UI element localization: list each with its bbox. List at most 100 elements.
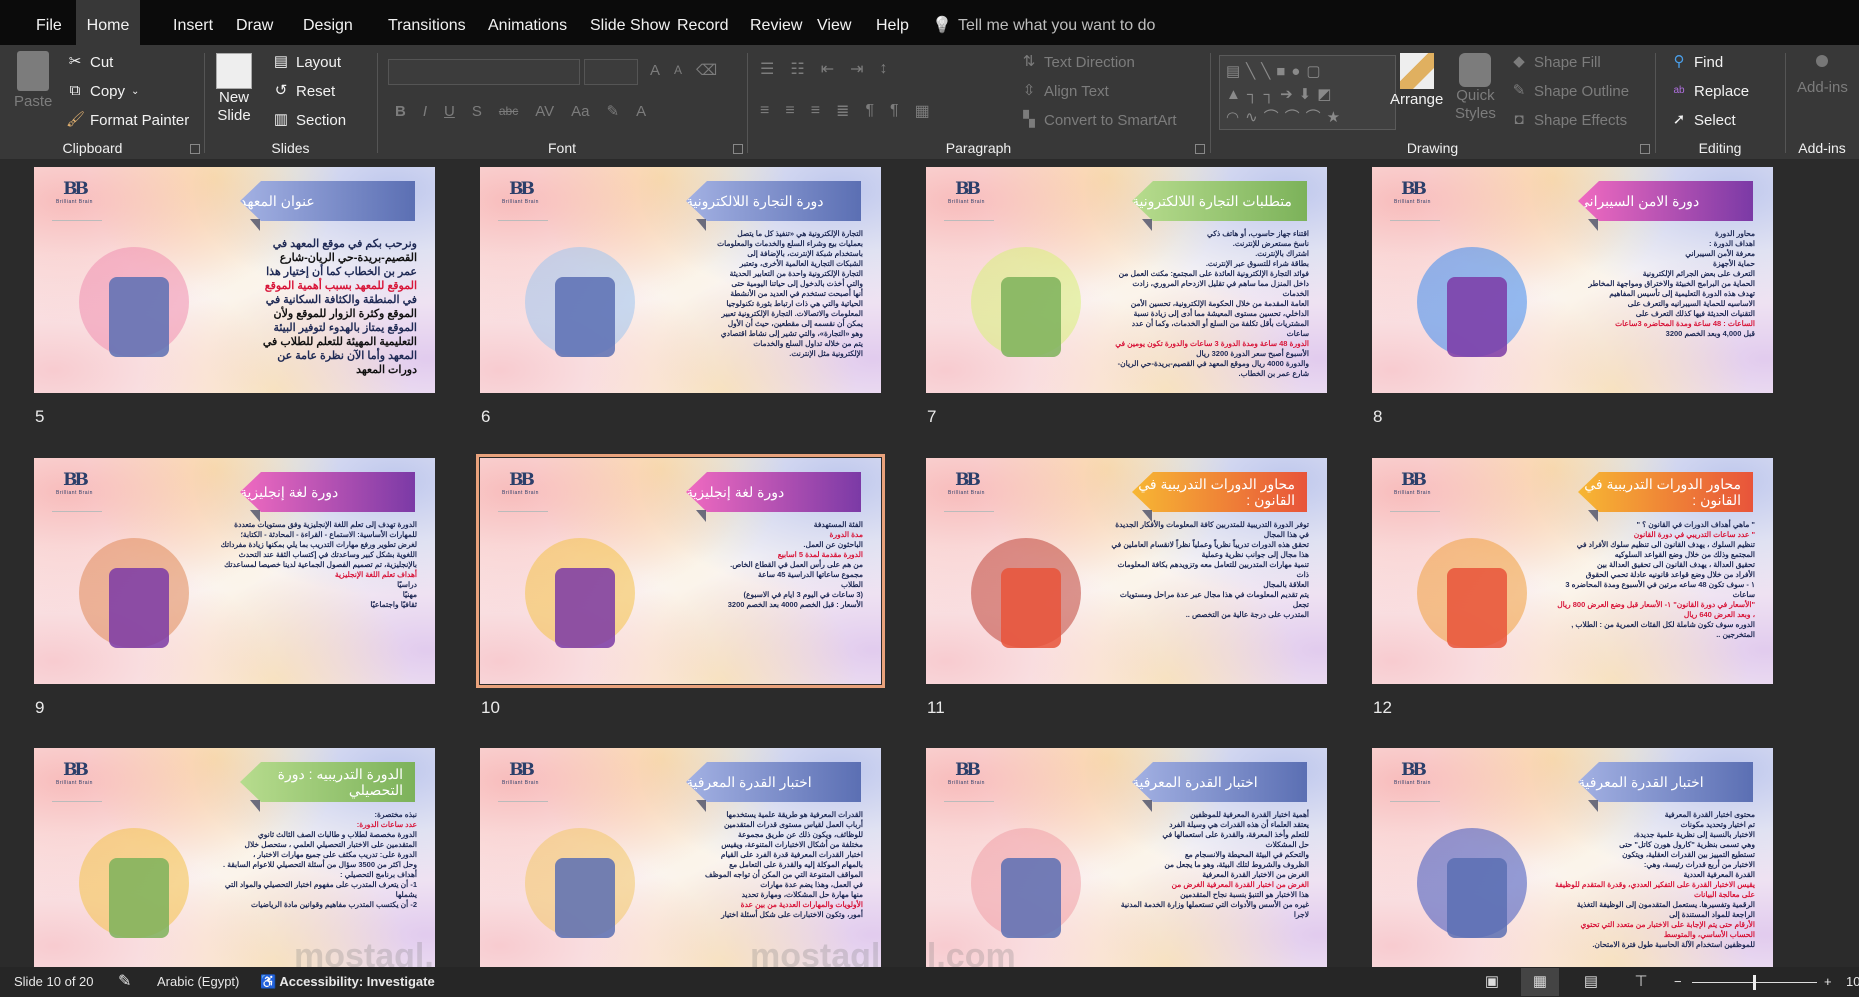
- align-center-icon[interactable]: ≡: [785, 102, 794, 120]
- shrink-font-button[interactable]: A: [674, 63, 682, 77]
- tab-animations[interactable]: Animations: [478, 0, 577, 45]
- slide-sorter-view-button[interactable]: ▦: [1521, 968, 1559, 996]
- slide-thumbnail[interactable]: BB Brilliant Brain عنوان المعهد ونرحب بكم…: [34, 167, 435, 393]
- strikethrough-button[interactable]: abc: [499, 104, 518, 118]
- align-left-icon[interactable]: ≡: [760, 102, 769, 120]
- line-spacing-icon[interactable]: ↕: [880, 60, 888, 78]
- rtl-icon[interactable]: ¶: [865, 102, 874, 120]
- zoom-in-button[interactable]: +: [1824, 967, 1832, 997]
- slide-thumbnail[interactable]: BB Brilliant Brain دورة التجارة اللالكترو…: [480, 167, 881, 393]
- normal-view-button[interactable]: ▣: [1473, 968, 1511, 996]
- tab-file[interactable]: File: [26, 0, 72, 45]
- shape-effects-button[interactable]: ◘ Shape Effects: [1510, 111, 1627, 129]
- language-indicator[interactable]: Arabic (Egypt): [157, 967, 239, 997]
- align-text-button[interactable]: ⇳ Align Text: [1020, 82, 1109, 100]
- slide-thumbnail[interactable]: BB Brilliant Brain متطلبات التجارة اللالك…: [926, 167, 1327, 393]
- arrange-button[interactable]: Arrange: [1390, 53, 1443, 108]
- bullets-icon[interactable]: ☰: [760, 59, 774, 79]
- layout-button[interactable]: ▤ Layout: [272, 53, 341, 71]
- zoom-out-button[interactable]: −: [1674, 967, 1682, 997]
- change-case-button[interactable]: Aa: [571, 103, 589, 120]
- group-divider: [1785, 53, 1786, 153]
- align-right-icon[interactable]: ≡: [811, 102, 820, 120]
- font-name-dropdown[interactable]: [388, 59, 580, 85]
- increase-indent-icon[interactable]: ⇥: [850, 59, 863, 79]
- tab-design[interactable]: Design: [293, 0, 363, 45]
- slideshow-view-button[interactable]: ⊤: [1622, 968, 1660, 996]
- list-buttons: ☰ ☷ ⇤ ⇥ ↕: [760, 59, 888, 79]
- numbering-icon[interactable]: ☷: [790, 59, 804, 79]
- tab-help[interactable]: Help: [866, 0, 919, 45]
- quick-styles-button[interactable]: Quick Styles: [1455, 53, 1496, 123]
- slide-thumbnail[interactable]: BB Brilliant Brain الدورة التدريبيه : دور…: [34, 748, 435, 967]
- shape-fill-button[interactable]: ◆ Shape Fill: [1510, 53, 1600, 71]
- shadow-button[interactable]: S: [472, 103, 482, 120]
- decrease-indent-icon[interactable]: ⇤: [821, 59, 834, 79]
- tab-transitions[interactable]: Transitions: [378, 0, 476, 45]
- shapes-gallery[interactable]: ▤╲╲■●▢ ▲┐┐➔⬇◩ ◠∿⌒⌒⌒★: [1219, 55, 1396, 130]
- tab-view[interactable]: View: [807, 0, 861, 45]
- slide-thumbnail[interactable]: BB Brilliant Brain دورة لغة إنجليزية الفئ…: [476, 454, 885, 688]
- slide-thumbnail[interactable]: BB Brilliant Brain اختبار القدرة المعرفية…: [926, 748, 1327, 967]
- reset-button[interactable]: ↺ Reset: [272, 82, 335, 100]
- slide-thumbnail[interactable]: BB Brilliant Brain دورة لغة إنجليزية الدو…: [34, 458, 435, 684]
- divider: [944, 220, 994, 221]
- slide-thumbnail[interactable]: BB Brilliant Brain محاور الدورات التدريبي…: [926, 458, 1327, 684]
- convert-smartart-button[interactable]: ▚ Convert to SmartArt: [1020, 111, 1176, 129]
- reading-view-button[interactable]: ▤: [1572, 968, 1610, 996]
- text-direction-button[interactable]: ⇅ Text Direction: [1020, 53, 1135, 71]
- slide-thumbnail[interactable]: BB Brilliant Brain محاور الدورات التدريبي…: [1372, 458, 1773, 684]
- bold-button[interactable]: B: [395, 103, 406, 120]
- grow-font-button[interactable]: A: [650, 62, 660, 79]
- ltr-icon[interactable]: ¶: [890, 102, 899, 120]
- zoom-level[interactable]: 10: [1846, 967, 1859, 997]
- highlight-color-icon[interactable]: ✎: [607, 102, 620, 120]
- tab-draw[interactable]: Draw: [226, 0, 283, 45]
- find-button[interactable]: ⚲ Find: [1670, 53, 1724, 71]
- group-divider: [1210, 53, 1211, 153]
- justify-icon[interactable]: ≣: [836, 101, 849, 121]
- drawing-launcher-icon[interactable]: [1640, 144, 1650, 154]
- status-bar: Slide 10 of 20 ✎ Arabic (Egypt) ♿ Access…: [0, 967, 1859, 997]
- tab-record[interactable]: Record: [667, 0, 739, 45]
- accessibility-button[interactable]: ♿ Accessibility: Investigate: [260, 967, 435, 997]
- select-button[interactable]: ➚ Select: [1670, 111, 1736, 129]
- slide-body-text: الفئة المستهدفة مدة الدورة الباحثون عن الع…: [663, 520, 863, 610]
- quick-styles-label: Quick: [1456, 87, 1495, 104]
- zoom-slider[interactable]: [1692, 975, 1817, 990]
- columns-icon[interactable]: ▦: [915, 101, 930, 121]
- section-button[interactable]: ▥ Section: [272, 111, 346, 129]
- slide-text-line: أهداف برنامج التحصيلي :: [339, 870, 417, 879]
- slide-title: دورة لغة إنجليزية: [240, 484, 339, 500]
- slide-text-line: تم اختيار وتحديد مكونات: [1680, 820, 1755, 829]
- font-size-dropdown[interactable]: [584, 59, 638, 85]
- tab-slide-show[interactable]: Slide Show: [580, 0, 680, 45]
- font-launcher-icon[interactable]: [733, 144, 743, 154]
- paste-button[interactable]: Paste: [14, 51, 52, 110]
- copy-button[interactable]: ⧉ Copy ⌄: [66, 82, 140, 100]
- paragraph-launcher-icon[interactable]: [1195, 144, 1205, 154]
- underline-button[interactable]: U: [444, 103, 455, 120]
- slide-thumbnail[interactable]: BB Brilliant Brain اختبار القدرة المعرفية…: [480, 748, 881, 967]
- clear-formatting-icon[interactable]: ⌫: [696, 61, 717, 79]
- tell-me-search[interactable]: Tell me what you want to do: [958, 0, 1155, 45]
- group-divider: [377, 53, 378, 153]
- slide-thumbnail[interactable]: BB Brilliant Brain اختبار القدرة المعرفية…: [1372, 748, 1773, 967]
- slide-illustration: [951, 227, 1101, 377]
- replace-button[interactable]: ab Replace: [1670, 82, 1749, 100]
- shape-outline-button[interactable]: ✎ Shape Outline: [1510, 82, 1629, 100]
- format-painter-button[interactable]: 🖌 Format Painter: [66, 111, 189, 129]
- notes-icon[interactable]: ✎: [118, 967, 131, 997]
- add-ins-button[interactable]: Add-ins: [1797, 55, 1848, 96]
- new-slide-button[interactable]: New Slide: [216, 53, 252, 125]
- character-spacing-button[interactable]: AV: [535, 103, 554, 120]
- slide-thumbnail[interactable]: BB Brilliant Brain دورة الامن السيبراني م…: [1372, 167, 1773, 393]
- tab-insert[interactable]: Insert: [163, 0, 223, 45]
- cut-button[interactable]: ✂ Cut: [66, 53, 114, 71]
- tab-review[interactable]: Review: [740, 0, 812, 45]
- font-color-button[interactable]: A: [636, 103, 646, 120]
- clipboard-launcher-icon[interactable]: [190, 144, 200, 154]
- tab-home[interactable]: Home: [76, 0, 140, 45]
- zoom-slider-thumb[interactable]: [1753, 975, 1756, 990]
- italic-button[interactable]: I: [423, 103, 427, 120]
